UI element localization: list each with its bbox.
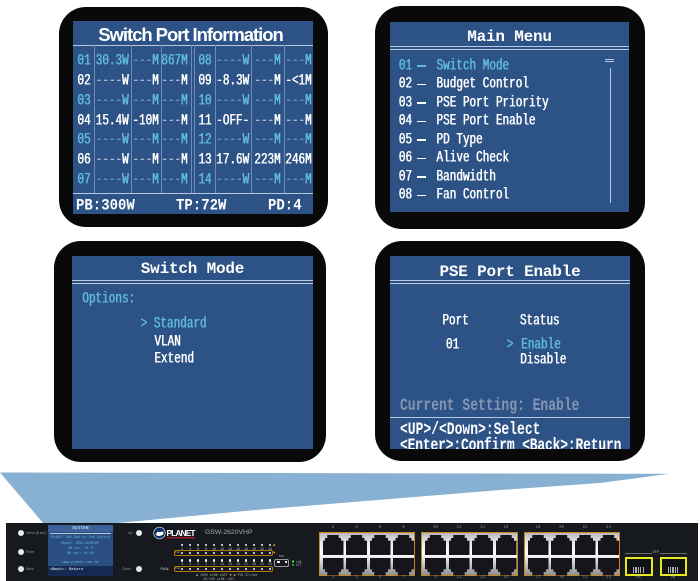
svg-text:PLANET: PLANET	[167, 528, 197, 538]
